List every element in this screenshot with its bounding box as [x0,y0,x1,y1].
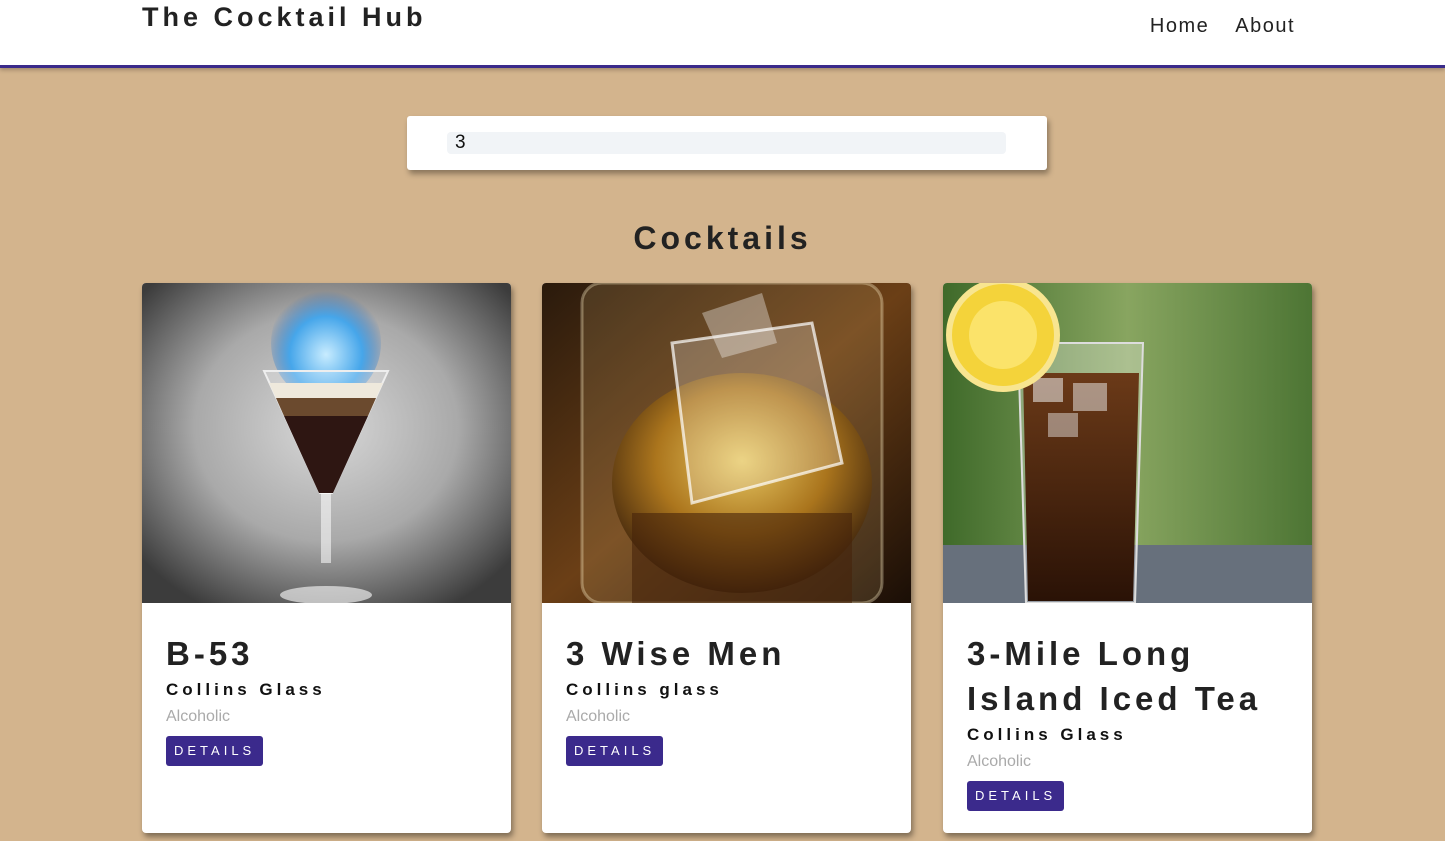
cocktail-image [142,283,511,603]
cocktail-info: Alcoholic [967,753,1032,770]
cocktail-glass: Collins glass [566,680,723,699]
cocktail-name: 3 Wise Men [566,635,786,672]
cocktail-info: Alcoholic [566,708,631,725]
cocktail-name: 3-Mile Long Island Iced Tea [967,635,1262,717]
search-form [407,116,1047,170]
details-button[interactable]: DETAILS [166,736,264,766]
navbar: The Cocktail Hub Home About [0,0,1445,68]
cocktail-name: B-53 [166,635,254,672]
nav-about-link[interactable]: About [1235,15,1295,38]
nav-home-link[interactable]: Home [1150,15,1209,38]
card-body: 3-Mile Long Island Iced Tea Collins Glas… [943,603,1312,811]
brand-logo[interactable]: The Cocktail Hub [142,2,427,33]
cocktail-glass: Collins Glass [967,725,1127,744]
search-input[interactable] [447,132,1006,154]
cocktail-image [542,283,911,603]
card-body: B-53 Collins Glass Alcoholic DETAILS [142,603,511,766]
cocktail-card: 3-Mile Long Island Iced Tea Collins Glas… [943,283,1312,833]
cocktail-info: Alcoholic [166,708,231,725]
details-button[interactable]: DETAILS [566,736,664,766]
details-button[interactable]: DETAILS [967,781,1065,811]
cocktail-glass: Collins Glass [166,680,326,699]
nav-links: Home About [1150,15,1295,38]
card-body: 3 Wise Men Collins glass Alcoholic DETAI… [542,603,911,766]
cocktail-card: B-53 Collins Glass Alcoholic DETAILS [142,283,511,833]
section-title: Cocktails [633,220,812,256]
cocktail-card: 3 Wise Men Collins glass Alcoholic DETAI… [542,283,911,833]
cocktail-image [943,283,1312,603]
